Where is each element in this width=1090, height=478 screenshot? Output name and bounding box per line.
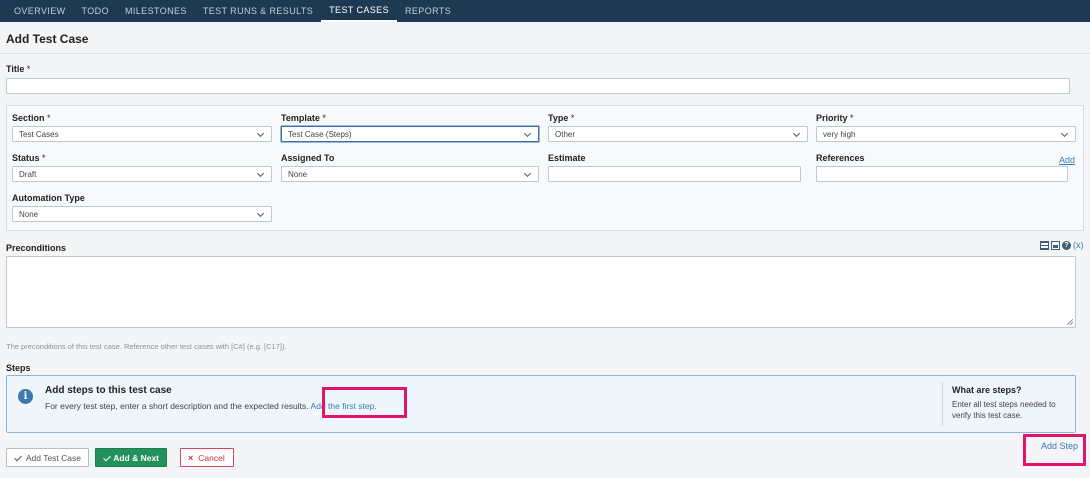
references-input[interactable] (816, 166, 1068, 182)
status-value: Draft (19, 169, 37, 179)
editor-toolbar: ? (x) (1040, 241, 1084, 250)
preconditions-hint: The preconditions of this test case. Ref… (6, 342, 287, 351)
section-value: Test Cases (19, 129, 59, 139)
status-label: Status * (12, 153, 46, 163)
automation-type-select[interactable]: None (12, 206, 272, 222)
tab-reports[interactable]: REPORTS (397, 0, 459, 22)
chevron-down-icon (524, 170, 532, 178)
chevron-down-icon (257, 130, 265, 138)
chevron-down-icon (257, 210, 265, 218)
preconditions-textarea[interactable] (6, 256, 1076, 328)
what-are-steps-title: What are steps? (952, 385, 1022, 395)
references-label: References (816, 153, 865, 163)
tab-milestones[interactable]: MILESTONES (117, 0, 195, 22)
tab-overview[interactable]: OVERVIEW (6, 0, 74, 22)
close-icon: × (188, 452, 194, 463)
chevron-down-icon (257, 170, 265, 178)
add-test-case-button[interactable]: Add Test Case (6, 448, 89, 467)
type-label: Type * (548, 113, 575, 123)
type-select[interactable]: Other (548, 126, 808, 142)
title-label: Title * (6, 64, 31, 74)
variable-icon[interactable]: (x) (1073, 241, 1084, 250)
template-select[interactable]: Test Case (Steps) (281, 126, 539, 142)
template-label: Template * (281, 113, 326, 123)
steps-label: Steps (6, 363, 31, 373)
chevron-down-icon (524, 130, 532, 138)
template-value: Test Case (Steps) (288, 129, 352, 139)
info-icon: i (18, 389, 33, 404)
priority-label: Priority * (816, 113, 854, 123)
page-title: Add Test Case (6, 32, 89, 46)
type-value: Other (555, 129, 576, 139)
automation-type-label: Automation Type (12, 193, 85, 203)
highlight-box-add-first-step (322, 387, 407, 418)
section-label: Section * (12, 113, 51, 123)
tab-test-cases[interactable]: TEST CASES (321, 0, 397, 22)
status-select[interactable]: Draft (12, 166, 272, 182)
image-icon[interactable] (1051, 241, 1060, 250)
priority-value: very high (823, 129, 856, 139)
check-icon (103, 454, 108, 462)
top-navigation: OVERVIEW TODO MILESTONES TEST RUNS & RES… (0, 0, 1090, 22)
section-select[interactable]: Test Cases (12, 126, 272, 142)
steps-divider (942, 382, 943, 426)
assigned-to-label: Assigned To (281, 153, 335, 163)
assigned-to-select[interactable]: None (281, 166, 539, 182)
cancel-button[interactable]: × Cancel (180, 448, 234, 467)
tab-test-runs-results[interactable]: TEST RUNS & RESULTS (195, 0, 321, 22)
title-input[interactable] (6, 78, 1070, 94)
add-step-link[interactable]: Add Step (1041, 441, 1078, 451)
automation-type-value: None (19, 209, 39, 219)
resize-handle-icon[interactable] (1067, 319, 1073, 325)
help-icon[interactable]: ? (1062, 241, 1071, 250)
what-are-steps-description: Enter all test steps needed to verify th… (952, 400, 1056, 420)
references-add-link[interactable]: Add (1059, 155, 1075, 165)
assigned-to-value: None (288, 169, 308, 179)
estimate-input[interactable] (548, 166, 801, 182)
priority-select[interactable]: very high (816, 126, 1076, 142)
estimate-label: Estimate (548, 153, 586, 163)
preconditions-label: Preconditions (6, 243, 67, 253)
table-icon[interactable] (1040, 241, 1049, 250)
chevron-down-icon (1061, 130, 1069, 138)
page-header: Add Test Case (0, 22, 1090, 54)
tab-todo[interactable]: TODO (74, 0, 117, 22)
steps-info-title: Add steps to this test case (45, 385, 172, 396)
chevron-down-icon (793, 130, 801, 138)
add-and-next-button[interactable]: Add & Next (95, 448, 167, 467)
check-icon (14, 454, 21, 462)
